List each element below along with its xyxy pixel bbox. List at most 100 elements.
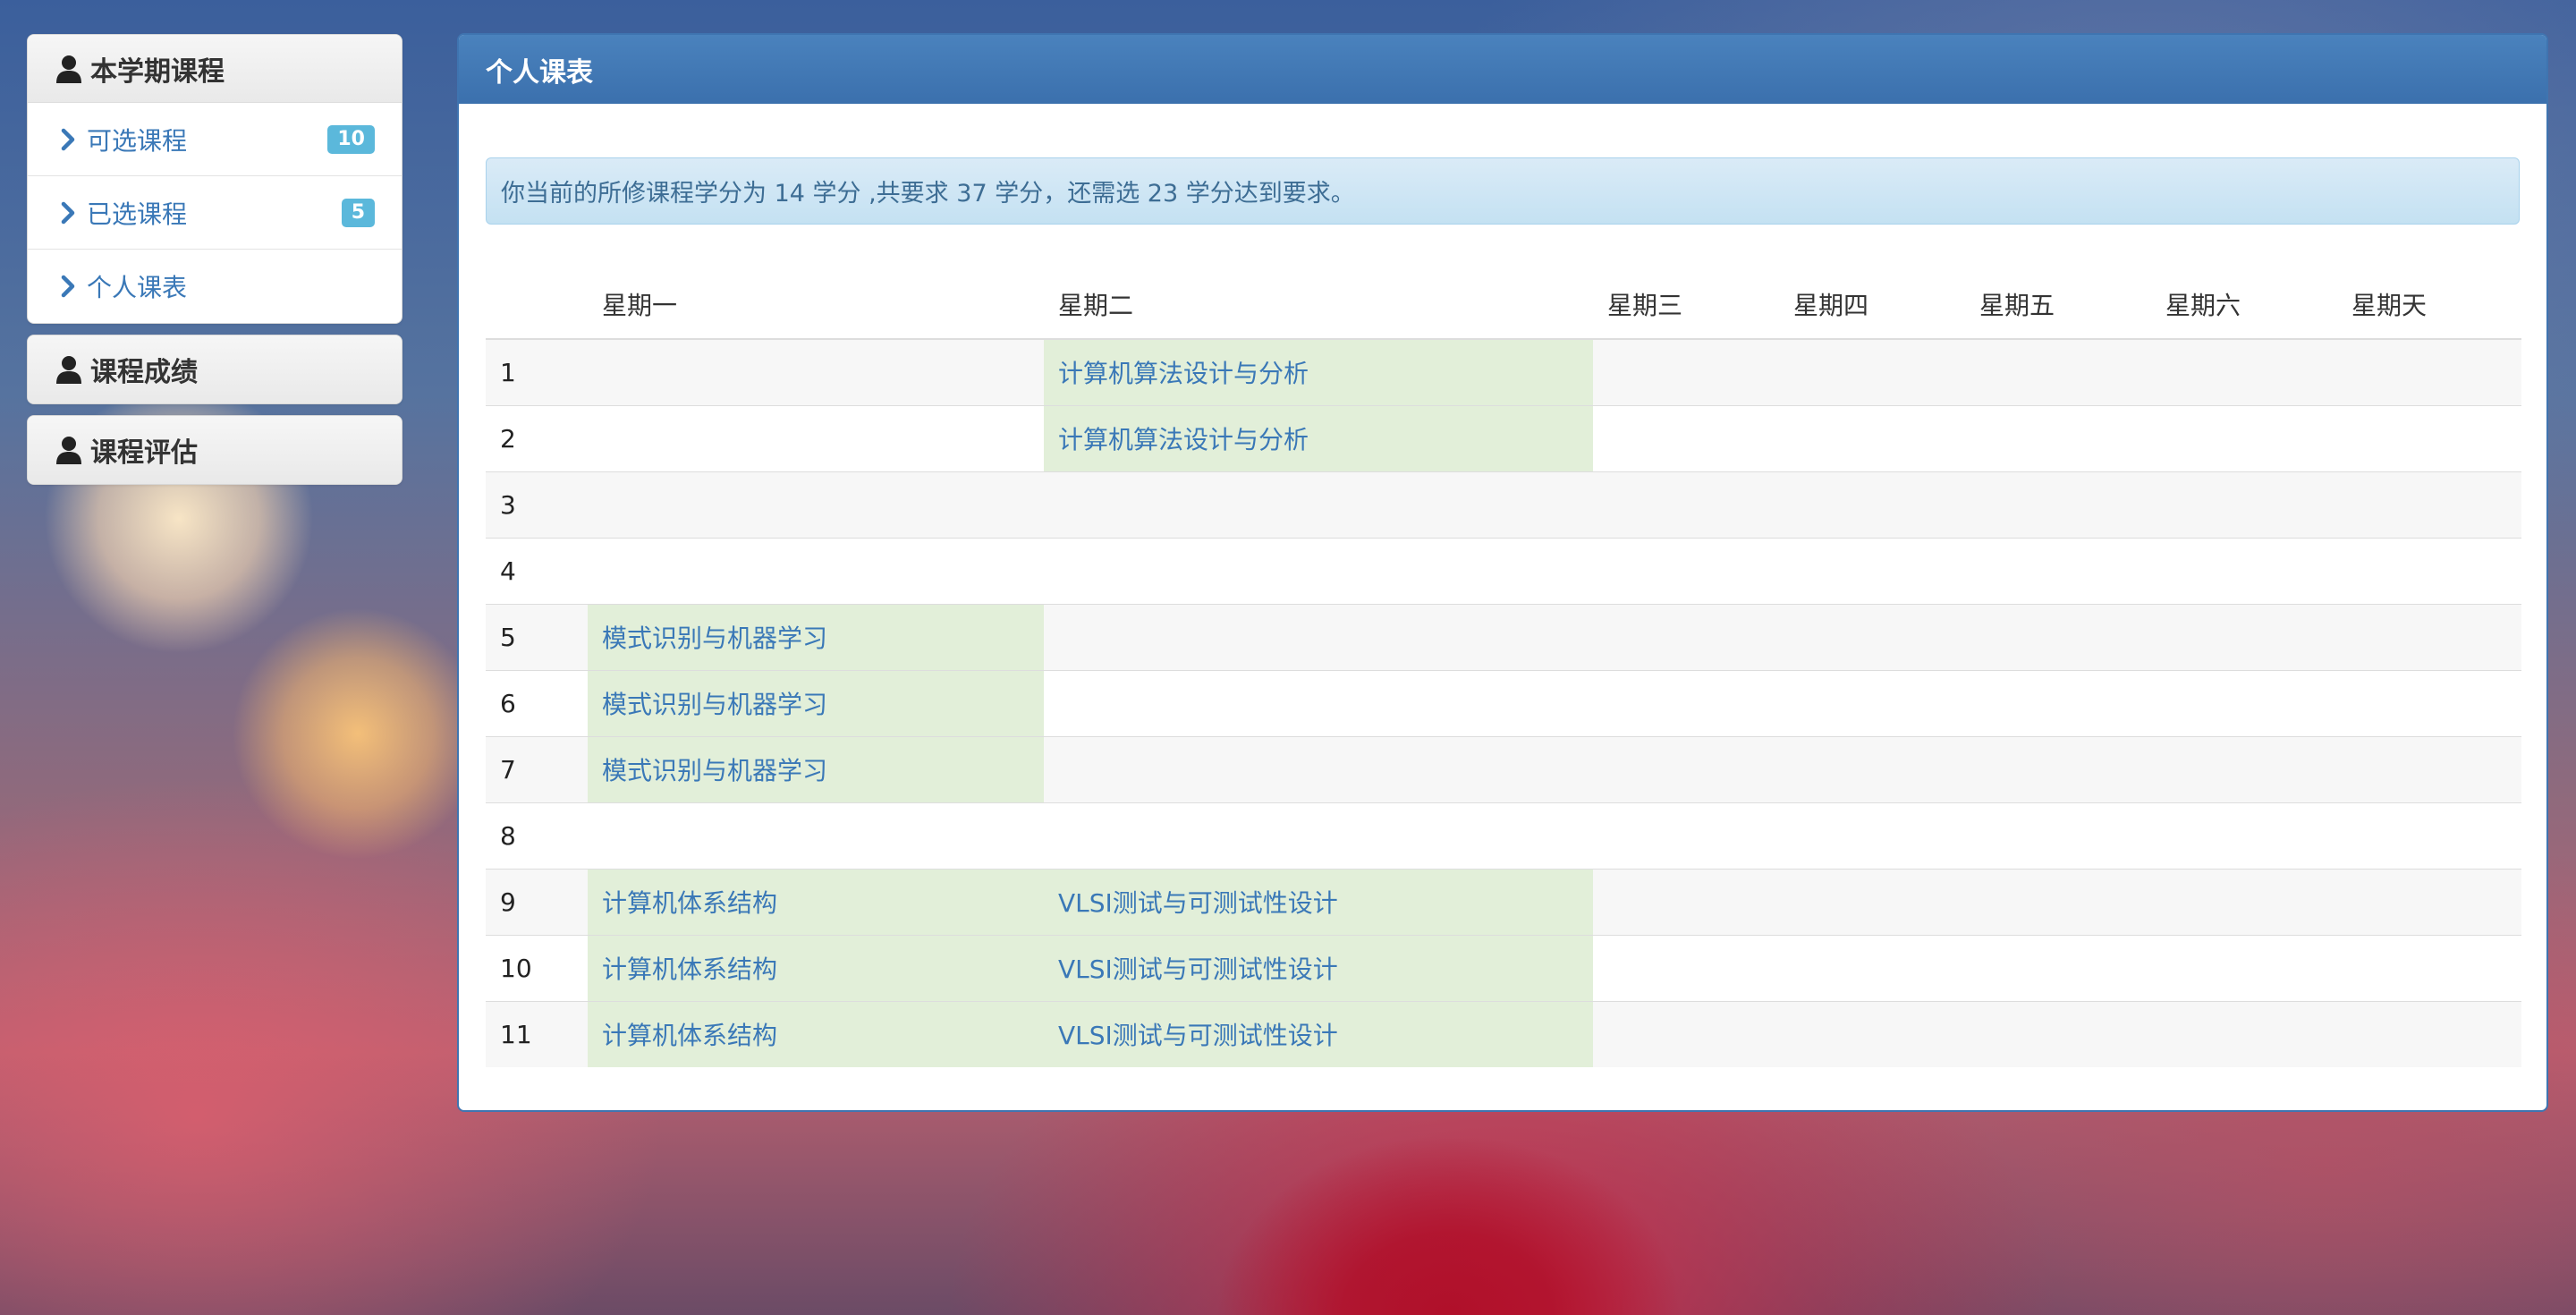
empty-cell [1779, 338, 1965, 405]
period-number: 4 [486, 537, 588, 604]
column-header [486, 269, 588, 340]
chevron-right-icon [61, 275, 75, 298]
period-number: 3 [486, 471, 588, 538]
sidebar-item-label: 已选课程 [87, 199, 188, 229]
empty-cell [1965, 537, 2151, 604]
empty-cell [1779, 603, 1965, 670]
table-row: 2 计算机算法设计与分析 [486, 404, 2521, 471]
period-number: 7 [486, 735, 588, 802]
course-cell[interactable]: 模式识别与机器学习 [588, 603, 1044, 670]
count-badge: 10 [327, 124, 375, 154]
empty-cell [1044, 735, 1593, 802]
empty-cell [1779, 404, 1965, 471]
sidebar-item-selected-courses[interactable]: 已选课程 5 [28, 176, 402, 250]
chevron-right-icon [61, 201, 75, 224]
period-number: 9 [486, 868, 588, 935]
column-header-thursday: 星期四 [1779, 269, 1965, 340]
panel-title: 课程成绩 [90, 357, 198, 388]
empty-cell [2151, 404, 2337, 471]
empty-cell [1965, 868, 2151, 935]
panel-heading-grades[interactable]: 课程成绩 [28, 335, 402, 403]
empty-cell [1779, 537, 1965, 604]
empty-cell [2337, 868, 2521, 935]
user-icon [56, 437, 81, 464]
user-icon [56, 356, 81, 384]
course-cell[interactable]: 计算机算法设计与分析 [1044, 404, 1593, 471]
empty-cell [1593, 735, 1779, 802]
panel-title: 本学期课程 [90, 55, 225, 88]
period-number: 5 [486, 603, 588, 670]
empty-cell [2337, 802, 2521, 869]
period-number: 6 [486, 669, 588, 736]
empty-cell [1044, 669, 1593, 736]
empty-cell [1965, 404, 2151, 471]
empty-cell [588, 471, 1044, 538]
sidebar-item-available-courses[interactable]: 可选课程 10 [28, 103, 402, 176]
course-cell[interactable]: 计算机体系结构 [588, 1000, 1044, 1067]
empty-cell [2151, 338, 2337, 405]
empty-cell [2337, 735, 2521, 802]
column-header-wednesday: 星期三 [1593, 269, 1779, 340]
table-row: 8 [486, 802, 2521, 869]
table-row: 5 模式识别与机器学习 [486, 603, 2521, 670]
period-number: 2 [486, 404, 588, 471]
course-cell[interactable]: VLSI测试与可测试性设计 [1044, 934, 1593, 1001]
empty-cell [588, 404, 1044, 471]
empty-cell [1044, 802, 1593, 869]
page-title: 个人课表 [459, 35, 2546, 104]
empty-cell [2151, 735, 2337, 802]
count-badge: 5 [341, 198, 375, 227]
course-cell[interactable]: VLSI测试与可测试性设计 [1044, 868, 1593, 935]
user-icon [56, 55, 81, 83]
empty-cell [1593, 1000, 1779, 1067]
course-cell[interactable]: 模式识别与机器学习 [588, 669, 1044, 736]
panel-evaluation: 课程评估 [27, 415, 402, 485]
table-row: 3 [486, 471, 2521, 538]
course-cell[interactable]: VLSI测试与可测试性设计 [1044, 1000, 1593, 1067]
course-cell[interactable]: 计算机算法设计与分析 [1044, 338, 1593, 405]
panel-semester-courses: 本学期课程 可选课程 10 已选课程 5 个人课表 [27, 34, 402, 324]
column-header-sunday: 星期天 [2337, 269, 2521, 340]
course-cell[interactable]: 计算机体系结构 [588, 934, 1044, 1001]
empty-cell [588, 802, 1044, 869]
column-header-monday: 星期一 [588, 269, 1044, 340]
empty-cell [1965, 471, 2151, 538]
empty-cell [1593, 471, 1779, 538]
panel-heading-evaluation[interactable]: 课程评估 [28, 416, 402, 484]
empty-cell [1044, 537, 1593, 604]
empty-cell [2337, 1000, 2521, 1067]
empty-cell [1965, 603, 2151, 670]
period-number: 1 [486, 338, 588, 405]
empty-cell [2151, 802, 2337, 869]
empty-cell [1593, 603, 1779, 670]
empty-cell [1593, 669, 1779, 736]
empty-cell [2337, 471, 2521, 538]
chevron-right-icon [61, 128, 75, 150]
course-cell[interactable]: 计算机体系结构 [588, 868, 1044, 935]
empty-cell [1593, 934, 1779, 1001]
schedule-body: 1 计算机算法设计与分析 2 计算机算法设计与分析 3 4 5 模式识别与机器学习 6 模式识别与… [486, 338, 2521, 1067]
table-row: 11 计算机体系结构 VLSI测试与可测试性设计 [486, 1000, 2521, 1067]
schedule-header-row: 星期一 星期二 星期三 星期四 星期五 星期六 星期天 [486, 269, 2521, 340]
empty-cell [1965, 934, 2151, 1001]
empty-cell [1965, 1000, 2151, 1067]
empty-cell [2337, 669, 2521, 736]
sidebar-item-label: 可选课程 [87, 125, 188, 156]
empty-cell [2151, 669, 2337, 736]
period-number: 8 [486, 802, 588, 869]
panel-grades: 课程成绩 [27, 335, 402, 404]
period-number: 11 [486, 1000, 588, 1067]
empty-cell [1779, 1000, 1965, 1067]
credit-info-alert: 你当前的所修课程学分为 14 学分 ,共要求 37 学分，还需选 23 学分达到… [486, 157, 2520, 225]
sidebar-item-personal-schedule[interactable]: 个人课表 [28, 250, 402, 323]
table-row: 9 计算机体系结构 VLSI测试与可测试性设计 [486, 868, 2521, 935]
panel-heading-semester-courses[interactable]: 本学期课程 [28, 35, 402, 103]
course-cell[interactable]: 模式识别与机器学习 [588, 735, 1044, 802]
table-row: 6 模式识别与机器学习 [486, 669, 2521, 736]
empty-cell [1044, 603, 1593, 670]
empty-cell [1593, 802, 1779, 869]
empty-cell [2151, 537, 2337, 604]
table-row: 4 [486, 537, 2521, 604]
column-header-friday: 星期五 [1965, 269, 2151, 340]
empty-cell [1779, 669, 1965, 736]
